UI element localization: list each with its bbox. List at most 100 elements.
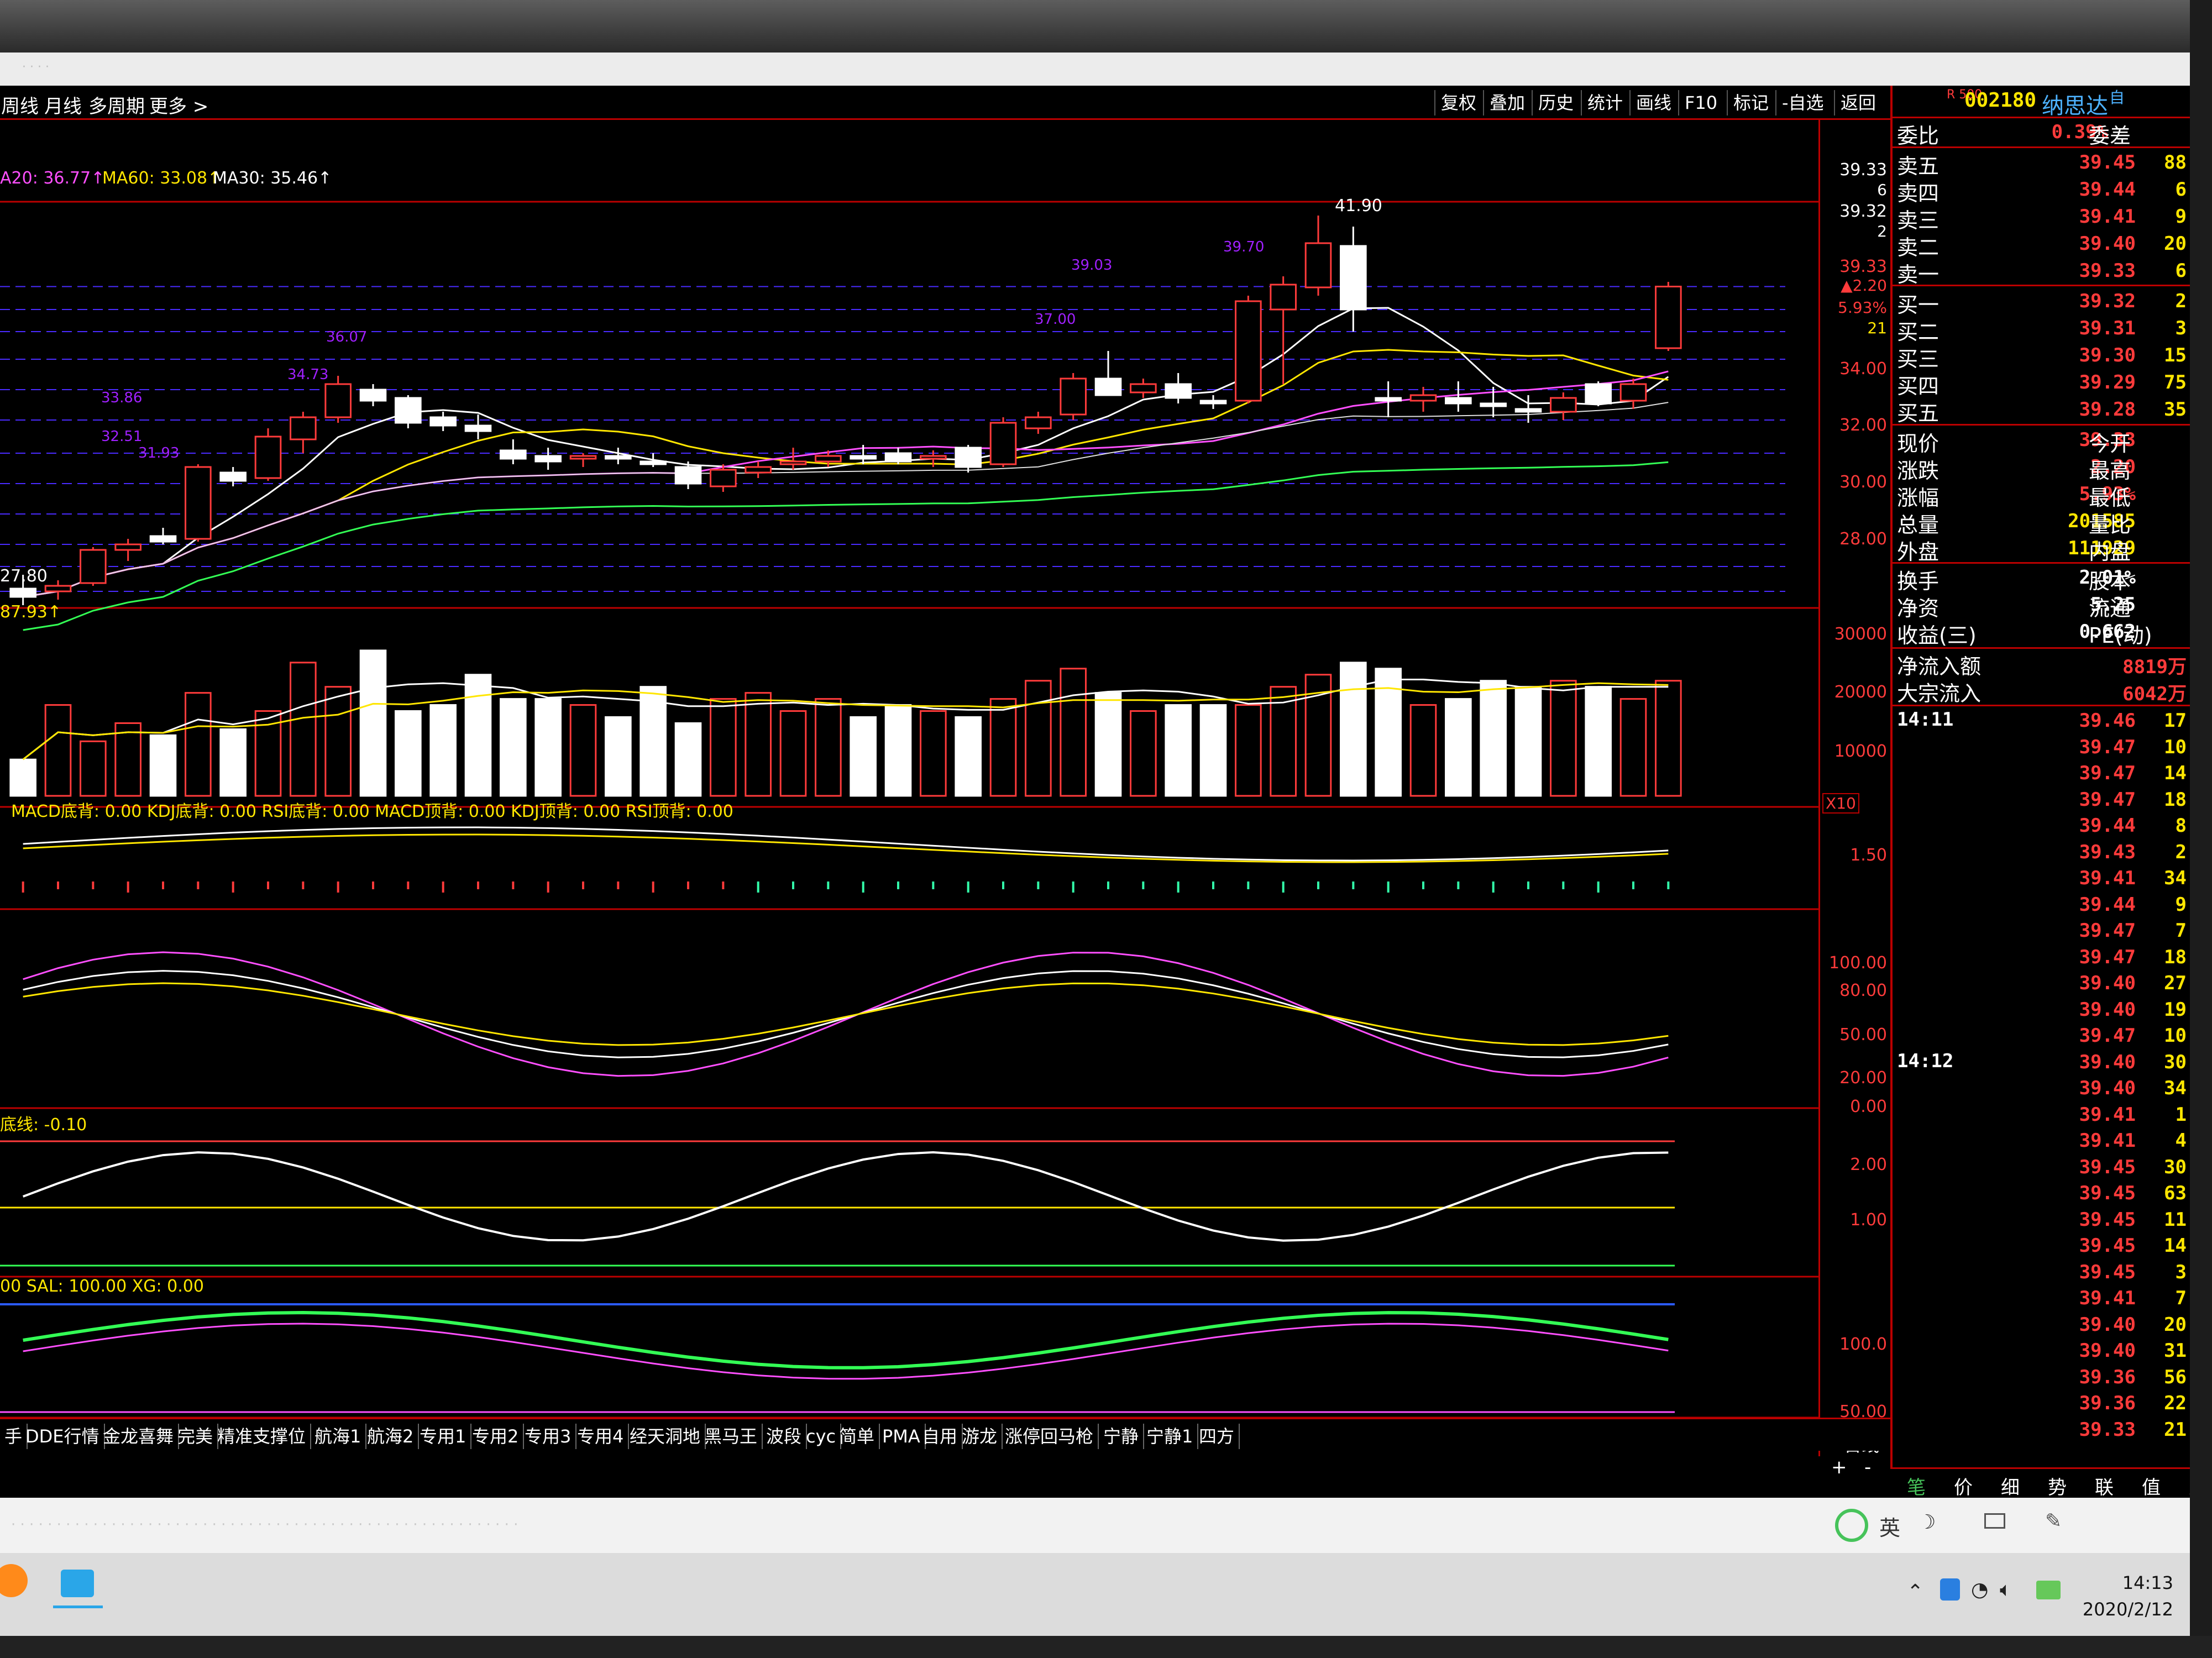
back-button[interactable]: 返回	[1834, 90, 1881, 116]
indicator-tab[interactable]: 简单	[835, 1424, 880, 1449]
candle-body	[640, 460, 667, 465]
candle-body	[324, 383, 352, 418]
ime-language-indicator[interactable]: 英	[1879, 1511, 1900, 1541]
quote-view-tab[interactable]: 势	[2048, 1472, 2067, 1499]
volume-icon[interactable]: 🔈︎	[2000, 1578, 2012, 1602]
tick-price: 39.44	[2079, 893, 2136, 916]
quote-row: 涨跌 2.20 最高	[1893, 454, 2190, 483]
tick-price: 39.40	[2079, 1313, 2136, 1336]
notification-icon[interactable]	[2036, 1581, 2061, 1599]
axis-label: 100.00	[1829, 953, 1887, 973]
volume-bar	[429, 704, 457, 797]
quote-row-right-label: 量比	[2089, 513, 2131, 537]
chevron-up-icon[interactable]: ⌃	[1907, 1581, 1923, 1603]
quote-view-tab[interactable]: 联	[2095, 1472, 2114, 1499]
keyboard-icon[interactable]	[1984, 1513, 2005, 1529]
kline-chart[interactable]	[0, 86, 1818, 1495]
tick-volume: 10	[2164, 736, 2187, 758]
indicator-tab[interactable]: 专用2	[468, 1424, 525, 1449]
indicator-tab[interactable]: 游龙	[957, 1424, 1003, 1449]
tick-row: 39.33 21	[1893, 1416, 2190, 1442]
indicator-tab[interactable]: 专用1	[415, 1424, 472, 1449]
zoom-out-button[interactable]: -	[1864, 1456, 1871, 1478]
tick-price: 39.47	[2079, 788, 2136, 811]
sal-line	[23, 1323, 1669, 1380]
indicator-tab[interactable]: 专用3	[520, 1424, 577, 1449]
quote-panel: R 500 002180 纳思达 自 委比 0.39% 委差 卖五 39.45 88…	[1890, 86, 2190, 1550]
wrench-icon[interactable]: ✎	[2045, 1510, 2062, 1533]
tick-volume: 18	[2164, 788, 2187, 811]
volume-bar	[1025, 680, 1052, 797]
indicator-tab[interactable]: 自用	[918, 1424, 963, 1449]
indicator-tab[interactable]: 航海1	[310, 1424, 367, 1449]
quote-view-tab[interactable]: 细	[2001, 1472, 2020, 1499]
indicator-tab[interactable]: 专用4	[573, 1424, 630, 1449]
separator	[1893, 424, 2190, 426]
volume-bar	[80, 740, 107, 797]
moon-icon[interactable]: ☽	[1918, 1511, 1936, 1534]
high-annotation: 41.90	[1335, 196, 1382, 216]
wifi-icon[interactable]: ◔	[1971, 1578, 1988, 1601]
tick-price: 39.45	[2079, 1261, 2136, 1283]
candle-body	[989, 422, 1017, 465]
buy-level: 买四 39.29 75	[1893, 369, 2190, 398]
chart-area[interactable]: A20: 36.77↑ MA60: 33.08↑ MA30: 35.46↑ 87…	[0, 86, 1818, 1495]
indicator-tab[interactable]: DDE行情	[21, 1424, 105, 1449]
buy-level-label: 买三	[1897, 347, 1940, 371]
zoom-in-button[interactable]: +	[1831, 1456, 1847, 1478]
indicator-tab[interactable]: 四方	[1194, 1424, 1240, 1449]
divergence-label: MACD底背: 0.00 KDJ底背: 0.00 RSI底背: 0.00 MAC…	[11, 802, 733, 821]
tick-volume: 20	[2164, 1313, 2187, 1336]
candle-body	[185, 466, 212, 540]
price-axis: 39.33 6 39.32 2 39.33 ▲2.20 5.93% 21 34.…	[1818, 119, 1890, 1478]
tick-price: 39.45	[2079, 1235, 2136, 1257]
kdj-j-line	[23, 951, 1669, 1077]
indicator-tab[interactable]: 宁静	[1099, 1424, 1145, 1449]
tick-price: 39.40	[2079, 1051, 2136, 1073]
tick-volume: 31	[2164, 1340, 2187, 1362]
quote-view-tab[interactable]: 值	[2142, 1472, 2161, 1499]
indicator-tab[interactable]: 经天洞地	[625, 1424, 706, 1449]
tick-volume: 63	[2164, 1182, 2187, 1204]
candle-body	[114, 543, 141, 551]
browser-app-icon[interactable]	[0, 1564, 28, 1597]
candle-body	[955, 447, 982, 468]
shield-icon[interactable]	[1940, 1578, 1960, 1601]
indicator-tab[interactable]: 宁静1	[1142, 1424, 1199, 1449]
sell-level-price: 39.45	[2079, 151, 2136, 174]
quote-view-tab[interactable]: 价	[1954, 1472, 1973, 1499]
buy-level: 买五 39.28 35	[1893, 396, 2190, 426]
stock-app-icon[interactable]	[61, 1570, 94, 1597]
tick-volume: 22	[2164, 1392, 2187, 1414]
candle-body	[569, 455, 597, 460]
candle-body	[779, 460, 807, 465]
axis-label: 10000	[1834, 742, 1887, 761]
indicator-tab[interactable]: 金龙喜舞	[98, 1424, 180, 1449]
indicator-tab[interactable]: 波段	[762, 1424, 808, 1449]
indicator-tab[interactable]: 航海2	[363, 1424, 420, 1449]
stat-row: 换手 2.01% 股本	[1893, 564, 2190, 594]
indicator-tab[interactable]: 完美	[173, 1424, 219, 1449]
quote-view-tab[interactable]: 主	[2189, 1472, 2190, 1499]
tick-volume: 17	[2164, 710, 2187, 732]
indicator-tabs: 手 DDE行情 金龙喜舞 完美 精准支撑位 航海1 航海2 专用1 专用2 专用3 专用4 经天洞地黑…	[0, 1418, 1890, 1451]
volume-bar	[1619, 698, 1647, 797]
tick-price: 39.41	[2079, 1287, 2136, 1309]
separator	[1893, 117, 2190, 118]
indicator-tab[interactable]: 涨停回马枪	[1000, 1424, 1099, 1449]
quote-view-tab[interactable]: 笔	[1907, 1472, 1926, 1499]
tick-volume: 19	[2164, 998, 2187, 1021]
indicator-tab[interactable]: 黑马王	[700, 1424, 763, 1449]
system-clock[interactable]: 14:13 2020/2/12	[2083, 1570, 2173, 1623]
sogou-icon[interactable]	[1835, 1509, 1868, 1542]
tick-price: 39.40	[2079, 1077, 2136, 1099]
osc-line	[22, 1151, 1669, 1242]
candle-body	[605, 455, 632, 460]
indicator-tab[interactable]: 精准支撑位	[213, 1424, 312, 1449]
volume-bar	[534, 698, 562, 797]
sell-level-label: 卖一	[1897, 263, 1940, 287]
sal-label: 00 SAL: 100.00 XG: 0.00	[0, 1277, 204, 1296]
kdj-d-line	[23, 982, 1669, 1046]
candle-body	[1480, 402, 1507, 407]
quote-row-label: 外盘	[1897, 540, 1940, 564]
